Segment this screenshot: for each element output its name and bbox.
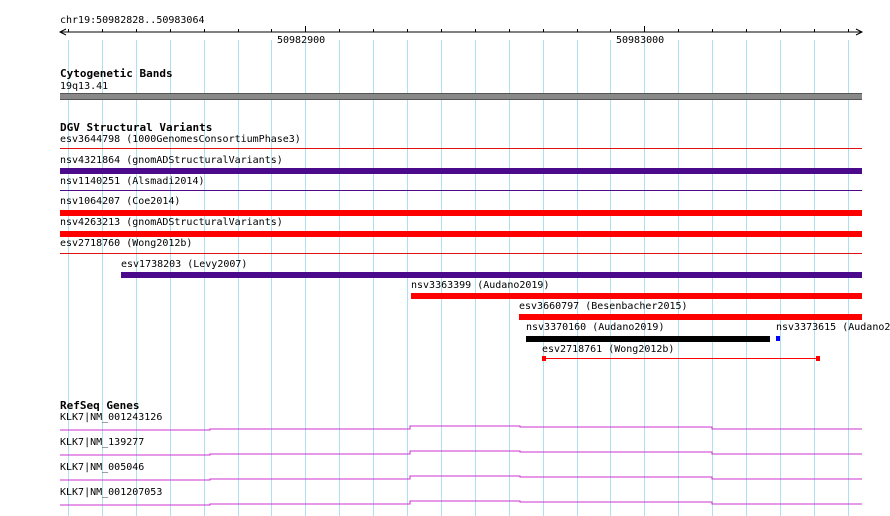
refseq-gene-models [60,425,862,506]
gene-model-nm-001207053[interactable] [60,500,862,506]
gene-model-nm-005046[interactable] [60,475,862,481]
gene-model-nm-139277[interactable] [60,450,862,456]
gene-model-nm-001243126[interactable] [60,425,862,431]
